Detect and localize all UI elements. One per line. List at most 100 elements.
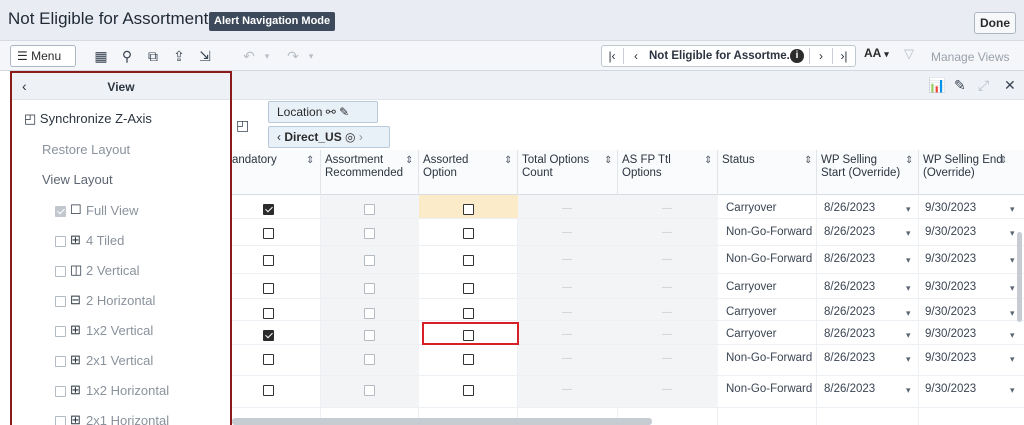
font-size-button[interactable]: AA ▾ — [864, 46, 889, 60]
assortment-recommended-cell[interactable] — [321, 274, 419, 298]
layout-checkbox[interactable] — [55, 386, 66, 397]
as-fp-ttl-options-cell[interactable]: — — [618, 345, 718, 375]
edit-icon[interactable]: ✎ — [954, 77, 966, 94]
column-header-label[interactable]: Assorted Option — [423, 154, 500, 180]
as-fp-ttl-options-cell[interactable]: — — [618, 299, 718, 320]
assortment-recommended-cell[interactable] — [321, 195, 419, 218]
mandatory-cell[interactable] — [232, 195, 321, 218]
assortment-recommended-cell[interactable] — [321, 345, 419, 375]
mandatory-checkbox[interactable] — [263, 255, 274, 266]
assortment-recommended-cell[interactable] — [321, 219, 419, 245]
chevron-down-icon[interactable]: ▾ — [906, 283, 911, 294]
selling-end-cell[interactable]: 9/30/2023 ▾ — [919, 299, 1024, 320]
layout-option[interactable]: ⊞ 2x1 Vertical — [12, 352, 230, 375]
filter-icon[interactable]: ▽ — [904, 46, 914, 62]
alert-name[interactable]: Not Eligible for Assortme... — [649, 46, 789, 66]
chevron-down-icon[interactable]: ▾ — [1010, 283, 1015, 294]
chevron-down-icon[interactable]: ▾ — [906, 204, 911, 215]
chevron-down-icon[interactable]: ▾ — [906, 228, 911, 239]
location-tile[interactable]: Location ⚯ ✎ — [268, 101, 378, 123]
assorted-option-checkbox[interactable] — [463, 385, 474, 396]
layout-option[interactable]: ⊞ 2x1 Horizontal — [12, 412, 230, 425]
horizontal-scrollbar[interactable] — [232, 418, 652, 425]
assorted-option-checkbox[interactable] — [463, 204, 474, 215]
mandatory-cell[interactable] — [232, 219, 321, 245]
status-cell[interactable]: Non-Go-Forward — [718, 219, 817, 245]
assorted-option-cell[interactable] — [419, 246, 518, 273]
chevron-down-icon[interactable]: ▾ — [906, 354, 911, 365]
selling-end-cell[interactable]: 9/30/2023 ▾ — [919, 376, 1024, 407]
close-icon[interactable]: ✕ — [1004, 77, 1016, 94]
total-options-count-cell[interactable]: — — [518, 246, 618, 273]
assorted-option-cell[interactable] — [419, 219, 518, 245]
total-options-count-cell[interactable]: — — [518, 345, 618, 375]
hierarchy-icon[interactable]: ⚯ — [326, 105, 336, 119]
assorted-option-cell[interactable] — [419, 299, 518, 320]
column-header-label[interactable]: andatory — [232, 154, 299, 167]
column-header-label[interactable]: WP Selling End (Override) — [923, 154, 1006, 180]
status-cell[interactable]: Non-Go-Forward — [718, 376, 817, 407]
export-icon[interactable]: ⇲ — [196, 46, 214, 66]
as-fp-ttl-options-cell[interactable]: — — [618, 219, 718, 245]
sort-icon[interactable]: ⇕ — [905, 155, 913, 166]
assorted-option-cell[interactable] — [419, 345, 518, 375]
status-cell[interactable]: Carryover — [718, 299, 817, 320]
sort-icon[interactable]: ⇕ — [604, 155, 612, 166]
vertical-scrollbar[interactable] — [1017, 232, 1022, 322]
sort-icon[interactable]: ⇕ — [999, 155, 1007, 166]
sort-icon[interactable]: ⇕ — [804, 155, 812, 166]
assorted-option-checkbox[interactable] — [463, 283, 474, 294]
mandatory-checkbox[interactable] — [263, 228, 274, 239]
mandatory-checkbox[interactable] — [263, 385, 274, 396]
layout-checkbox[interactable] — [55, 326, 66, 337]
mandatory-cell[interactable] — [232, 299, 321, 320]
undo-icon[interactable]: ↶ — [240, 46, 258, 66]
layout-option[interactable]: ◫ 2 Vertical — [12, 262, 230, 285]
sort-icon[interactable]: ⇕ — [405, 155, 413, 166]
selling-start-cell[interactable]: 8/26/2023 ▾ — [817, 299, 919, 320]
sort-icon[interactable]: ⇕ — [504, 155, 512, 166]
as-fp-ttl-options-cell[interactable]: — — [618, 321, 718, 344]
status-cell[interactable]: Carryover — [718, 274, 817, 298]
assorted-option-checkbox[interactable] — [463, 354, 474, 365]
layout-option[interactable]: ⊞ 1x2 Horizontal — [12, 382, 230, 405]
mandatory-cell[interactable] — [232, 345, 321, 375]
as-fp-ttl-options-cell[interactable]: — — [618, 246, 718, 273]
selling-start-cell[interactable]: 8/26/2023 ▾ — [817, 274, 919, 298]
chevron-down-icon[interactable]: ▾ — [906, 255, 911, 266]
info-icon[interactable]: i — [790, 49, 804, 63]
chevron-down-icon[interactable]: ▾ — [1010, 385, 1015, 396]
total-options-count-cell[interactable]: — — [518, 195, 618, 218]
selling-start-cell[interactable]: 8/26/2023 ▾ — [817, 246, 919, 273]
total-options-count-cell[interactable]: — — [518, 376, 618, 407]
selling-start-cell[interactable]: 8/26/2023 ▾ — [817, 219, 919, 245]
previous-member-icon[interactable]: ‹ — [277, 130, 281, 144]
layout-option[interactable]: ⊞ 4 Tiled — [12, 232, 230, 255]
as-fp-ttl-options-cell[interactable]: — — [618, 376, 718, 407]
calculator-icon[interactable]: ▦ — [92, 46, 110, 66]
chevron-down-icon[interactable]: ▾ — [1010, 204, 1015, 215]
assorted-option-cell[interactable] — [419, 376, 518, 407]
manage-views-button[interactable]: Manage Views — [931, 50, 1010, 64]
selling-end-cell[interactable]: 9/30/2023 ▾ — [919, 274, 1024, 298]
copy-icon[interactable]: ⧉ — [144, 46, 162, 66]
selling-start-cell[interactable]: 8/26/2023 ▾ — [817, 321, 919, 344]
upload-icon[interactable]: ⇪ — [170, 46, 188, 66]
last-alert-icon[interactable]: ›| — [834, 46, 854, 66]
menu-button[interactable]: ☰ Menu — [10, 45, 76, 67]
selling-start-cell[interactable]: 8/26/2023 ▾ — [817, 376, 919, 407]
status-cell[interactable]: Non-Go-Forward — [718, 246, 817, 273]
assorted-option-checkbox[interactable] — [463, 308, 474, 319]
layout-checkbox[interactable] — [55, 296, 66, 307]
assortment-recommended-cell[interactable] — [321, 246, 419, 273]
total-options-count-cell[interactable]: — — [518, 219, 618, 245]
mandatory-checkbox[interactable] — [263, 308, 274, 319]
layout-checkbox[interactable] — [55, 266, 66, 277]
chevron-down-icon[interactable]: ▾ — [906, 308, 911, 319]
next-alert-icon[interactable]: › — [812, 46, 830, 66]
layout-option[interactable]: ⊟ 2 Horizontal — [12, 292, 230, 315]
chevron-down-icon[interactable]: ▾ — [906, 385, 911, 396]
pivot-icon[interactable]: ◰ — [236, 117, 249, 134]
total-options-count-cell[interactable]: — — [518, 321, 618, 344]
as-fp-ttl-options-cell[interactable]: — — [618, 274, 718, 298]
